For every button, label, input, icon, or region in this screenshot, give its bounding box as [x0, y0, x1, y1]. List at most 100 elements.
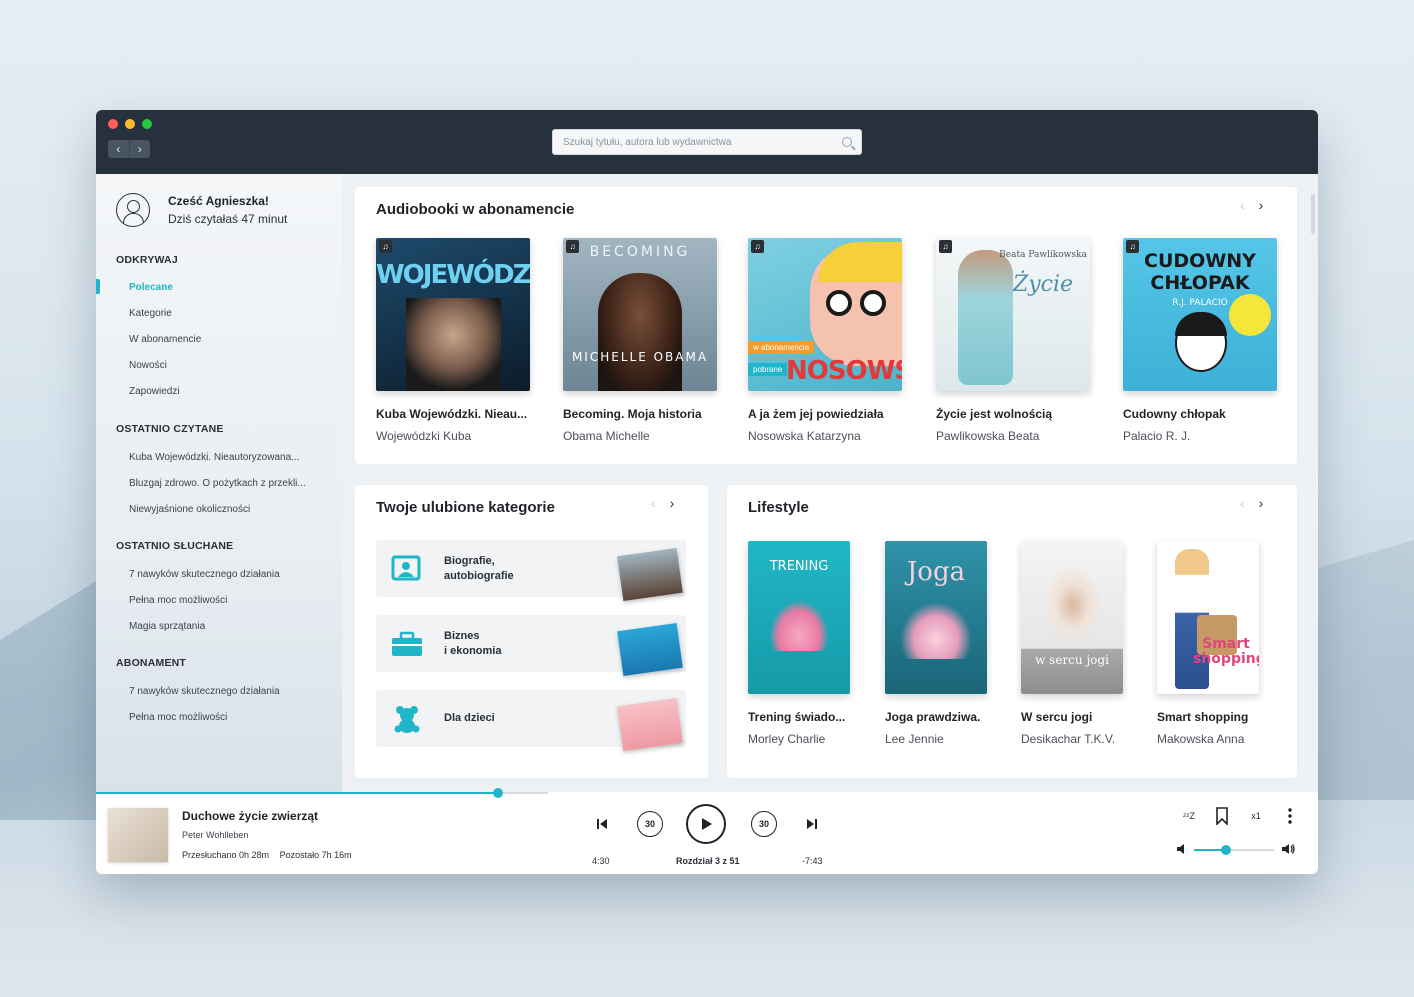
- volume-high-button[interactable]: [1280, 842, 1296, 856]
- back-button[interactable]: ‹: [108, 140, 130, 158]
- book-cover[interactable]: ♫ CUDOWNY CHŁOPAK R.J. PALACIO: [1123, 238, 1277, 391]
- book-author: Makowska Anna: [1157, 732, 1245, 746]
- sidebar-item-sub-1[interactable]: 7 nawyków skutecznego działania: [129, 686, 329, 697]
- search-box: [552, 129, 862, 155]
- minimize-window-button[interactable]: [125, 119, 135, 129]
- cover-title: Joga: [906, 557, 966, 587]
- categories-card: Twoje ulubione kategorie ‹ › Biografie, …: [355, 485, 708, 778]
- book-cover[interactable]: ♫ w abonamencie pobrane NOSOWSKA: [748, 238, 902, 391]
- category-business[interactable]: Biznes i ekonomia: [376, 615, 686, 676]
- categories-arrows: ‹ ›: [651, 495, 674, 511]
- listened-time: Przesłuchano 0h 28m: [182, 850, 270, 860]
- categories-next-button[interactable]: ›: [670, 495, 675, 511]
- sidebar-item-categories[interactable]: Kategorie: [129, 308, 329, 319]
- book-cover[interactable]: Joga: [885, 541, 987, 694]
- sidebar-item-recent-read-3[interactable]: Niewyjaśnione okoliczności: [129, 504, 329, 515]
- downloaded-badge: pobrane: [748, 363, 788, 376]
- sidebar: Cześć Agnieszka! Dziś czytałaś 47 minut …: [96, 174, 342, 792]
- book-item[interactable]: ♫ w abonamencie pobrane NOSOWSKA A ja że…: [748, 238, 902, 443]
- book-author: Pawlikowska Beata: [936, 429, 1040, 443]
- rewind-30-button[interactable]: 30: [637, 811, 663, 837]
- book-cover[interactable]: ♫ BECOMING MICHELLE OBAMA: [563, 238, 717, 391]
- book-title: Joga prawdziwa.: [885, 710, 981, 724]
- category-biographies[interactable]: Biografie, autobiografie: [376, 540, 686, 601]
- audiobooks-title: Audiobooki w abonamencie: [376, 201, 575, 218]
- book-cover[interactable]: ♫ Beata Pawlikowska Życie: [936, 238, 1090, 391]
- forward-30-button[interactable]: 30: [751, 811, 777, 837]
- audiobooks-next-button[interactable]: ›: [1259, 197, 1264, 213]
- book-title: Życie jest wolnością: [936, 407, 1053, 421]
- sidebar-item-recent-read-2[interactable]: Bluzgaj zdrowo. O pożytkach z przekli...: [129, 478, 329, 489]
- skip-next-icon: [807, 819, 817, 829]
- headphones-icon: ♫: [939, 240, 952, 253]
- next-chapter-button[interactable]: [804, 816, 820, 832]
- category-kids[interactable]: Dla dzieci: [376, 690, 686, 751]
- now-playing-title: Duchowe życie zwierząt: [182, 809, 319, 823]
- search-input[interactable]: [553, 130, 861, 154]
- sidebar-item-recent-listened-1[interactable]: 7 nawyków skutecznego działania: [129, 569, 329, 580]
- book-cover[interactable]: w sercu jogi: [1021, 541, 1123, 694]
- maximize-window-button[interactable]: [142, 119, 152, 129]
- sidebar-item-sub-2[interactable]: Pełna moc możliwości: [129, 712, 329, 723]
- book-item[interactable]: ♫ BECOMING MICHELLE OBAMA Becoming. Moja…: [563, 238, 717, 443]
- book-item[interactable]: Smart shopping Smart shopping Makowska A…: [1157, 541, 1267, 746]
- cover-title: WOJEWÓDZKI: [376, 260, 530, 290]
- sidebar-item-recent-listened-3[interactable]: Magia sprzątania: [129, 621, 329, 632]
- search-icon[interactable]: [842, 137, 852, 147]
- book-title: Smart shopping: [1157, 710, 1249, 724]
- volume-handle[interactable]: [1221, 845, 1231, 855]
- sidebar-item-recommended[interactable]: Polecane: [129, 282, 329, 293]
- category-label-line1: Biografie,: [444, 555, 495, 567]
- book-cover[interactable]: Smart shopping: [1157, 541, 1259, 694]
- book-cover[interactable]: TRENING: [748, 541, 850, 694]
- progress-handle[interactable]: [493, 788, 504, 798]
- sidebar-item-upcoming[interactable]: Zapowiedzi: [129, 386, 329, 397]
- cover-hair: [1175, 312, 1227, 336]
- cover-glasses-left: [826, 290, 852, 316]
- briefcase-icon: [392, 631, 422, 656]
- close-window-button[interactable]: [108, 119, 118, 129]
- app-window: ‹ › Cześć Agnieszka! Dziś czytałaś 47 mi…: [96, 110, 1318, 874]
- audiobooks-prev-button[interactable]: ‹: [1240, 197, 1245, 213]
- avatar[interactable]: [116, 193, 150, 227]
- book-cover[interactable]: ♫ WOJEWÓDZKI: [376, 238, 530, 391]
- volume-high-icon: [1282, 844, 1295, 854]
- now-playing-cover[interactable]: [108, 808, 168, 862]
- lifestyle-prev-button[interactable]: ‹: [1240, 495, 1245, 511]
- more-options-button[interactable]: [1282, 806, 1298, 826]
- book-item[interactable]: ♫ Beata Pawlikowska Życie Życie jest wol…: [936, 238, 1090, 443]
- book-title: Trening świado...: [748, 710, 846, 724]
- sidebar-item-recent-listened-2[interactable]: Pełna moc możliwości: [129, 595, 329, 606]
- playback-speed-button[interactable]: x1: [1246, 808, 1266, 824]
- cover-title: CUDOWNY CHŁOPAK: [1144, 250, 1256, 294]
- book-item[interactable]: Joga Joga prawdziwa. Lee Jennie: [885, 541, 995, 746]
- sidebar-item-recent-read-1[interactable]: Kuba Wojewódzki. Nieautoryzowana...: [129, 452, 329, 463]
- book-item[interactable]: TRENING Trening świado... Morley Charlie: [748, 541, 858, 746]
- cover-portrait: [598, 273, 682, 391]
- section-title-recently-read: OSTATNIO CZYTANE: [116, 423, 224, 435]
- listening-stats: Przesłuchano 0h 28m Pozostało 7h 16m: [182, 850, 352, 860]
- book-title: A ja żem jej powiedziała: [748, 407, 884, 421]
- sleep-timer-button[interactable]: ᶻᶻZ: [1178, 806, 1200, 826]
- bookmark-button[interactable]: [1213, 806, 1231, 826]
- category-label-line1: Biznes: [444, 630, 480, 642]
- sidebar-item-subscription[interactable]: W abonamencie: [129, 334, 329, 345]
- sidebar-item-new[interactable]: Nowości: [129, 360, 329, 371]
- book-item[interactable]: ♫ CUDOWNY CHŁOPAK R.J. PALACIO Cudowny c…: [1123, 238, 1277, 443]
- category-label-line2: autobiografie: [444, 570, 514, 582]
- lifestyle-card: Lifestyle ‹ › TRENING Trening świado... …: [727, 485, 1297, 778]
- previous-chapter-button[interactable]: [594, 816, 610, 832]
- user-greeting: Cześć Agnieszka!: [168, 194, 269, 208]
- playback-progress[interactable]: [96, 788, 548, 798]
- now-playing-author: Peter Wohlleben: [182, 830, 249, 840]
- forward-button[interactable]: ›: [130, 140, 151, 158]
- lifestyle-next-button[interactable]: ›: [1259, 495, 1264, 511]
- book-item[interactable]: ♫ WOJEWÓDZKI Kuba Wojewódzki. Nieau... W…: [376, 238, 530, 443]
- volume-slider[interactable]: [1194, 845, 1274, 855]
- play-button[interactable]: [686, 804, 726, 844]
- volume-low-button[interactable]: [1174, 842, 1188, 856]
- categories-prev-button[interactable]: ‹: [651, 495, 656, 511]
- book-item[interactable]: w sercu jogi W sercu jogi Desikachar T.K…: [1021, 541, 1131, 746]
- scrollbar[interactable]: [1311, 194, 1315, 234]
- section-title-recently-listened: OSTATNIO SŁUCHANE: [116, 540, 234, 552]
